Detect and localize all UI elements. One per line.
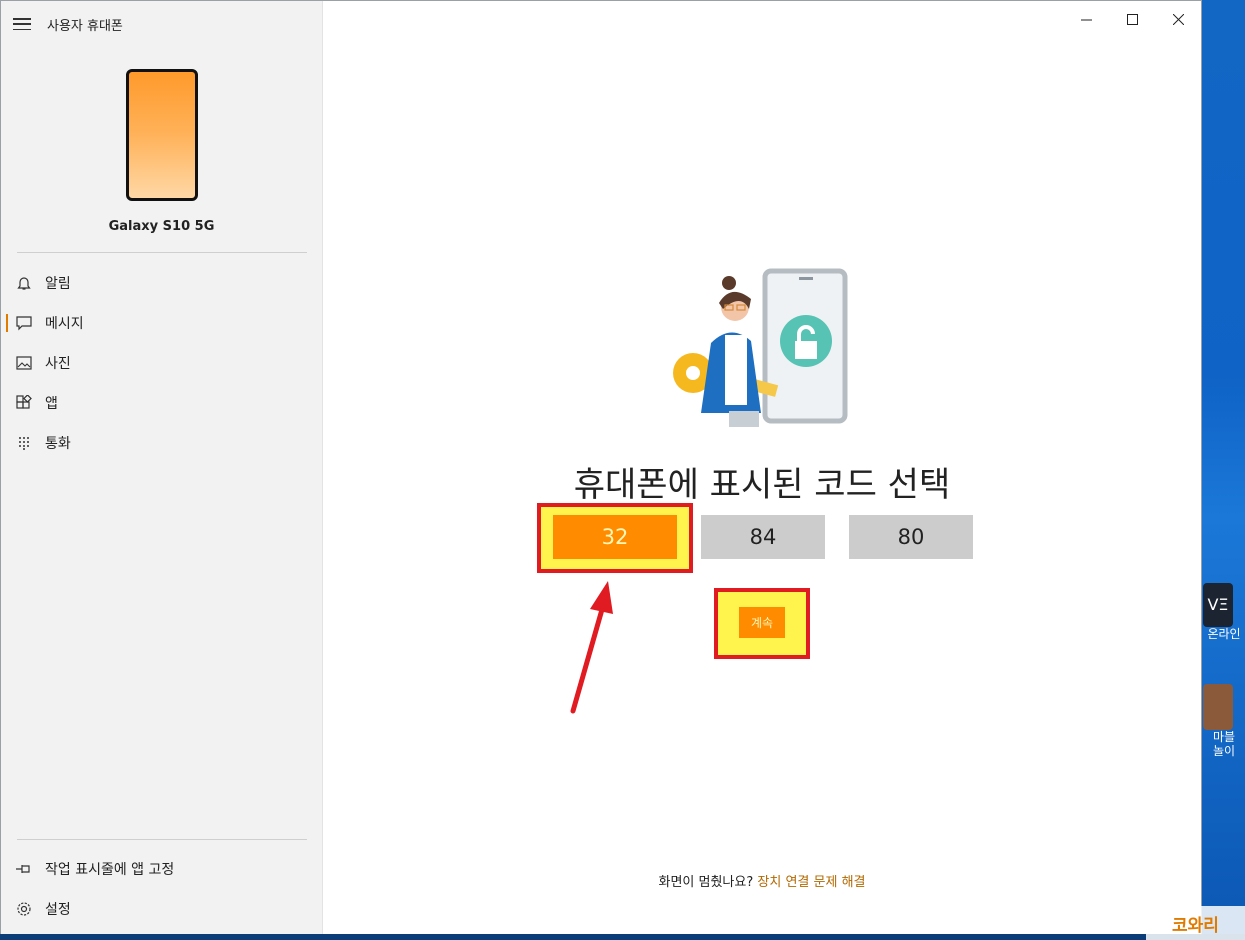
desktop-icon-marble[interactable]: 마블 놀이: [1203, 684, 1245, 758]
troubleshoot-link[interactable]: 장치 연결 문제 해결: [757, 875, 865, 890]
sidebar: 사용자 휴대폰 Galaxy S10 5G 알림 메시지 사진 앱 통화 작업 …: [1, 1, 323, 935]
continue-button[interactable]: 계속: [739, 607, 785, 638]
sidebar-item-label: 사진: [45, 356, 71, 372]
annotation-arrow-icon: [570, 581, 613, 714]
desktop-icon-label: 마블 놀이: [1212, 730, 1236, 758]
code-option-32[interactable]: 32: [553, 515, 677, 559]
divider: [17, 252, 307, 253]
sidebar-item-label: 통화: [45, 436, 71, 452]
dialpad-icon: [15, 434, 33, 452]
game-character-icon: [1203, 684, 1233, 730]
sidebar-item-label: 작업 표시줄에 앱 고정: [45, 862, 175, 878]
page-title: 휴대폰에 표시된 코드 선택: [573, 465, 951, 505]
app-title: 사용자 휴대폰: [47, 18, 123, 34]
photo-icon: [15, 354, 33, 372]
watermark: 코와리: [1146, 906, 1245, 940]
title-bar: 사용자 휴대폰: [13, 11, 123, 37]
bell-icon: [15, 274, 33, 292]
taskbar: [0, 934, 1245, 940]
divider: [17, 839, 307, 840]
sidebar-item-messages[interactable]: 메시지: [1, 303, 322, 343]
device-name: Galaxy S10 5G: [108, 219, 215, 234]
phone-image: [126, 69, 198, 201]
sidebar-item-photos[interactable]: 사진: [1, 343, 322, 383]
code-option-84[interactable]: 84: [701, 515, 825, 559]
desktop-icon-label: 온라인: [1207, 627, 1241, 641]
sidebar-nav: 알림 메시지 사진 앱 통화: [1, 263, 322, 463]
sidebar-item-calls[interactable]: 통화: [1, 423, 322, 463]
apps-icon: [15, 394, 33, 412]
pin-icon: [15, 860, 33, 878]
hamburger-menu-icon[interactable]: [13, 18, 31, 30]
sidebar-item-label: 메시지: [45, 316, 84, 332]
settings-button[interactable]: 설정: [1, 889, 322, 929]
pairing-illustration: [673, 268, 848, 427]
sidebar-item-label: 앱: [45, 396, 58, 412]
desktop-icon-online[interactable]: VΞ 온라인: [1203, 583, 1245, 641]
sidebar-item-apps[interactable]: 앱: [1, 383, 322, 423]
footer-question: 화면이 멈췄나요?: [658, 875, 754, 890]
sidebar-item-label: 설정: [45, 902, 71, 918]
sidebar-item-notifications[interactable]: 알림: [1, 263, 322, 303]
app-window: 사용자 휴대폰 Galaxy S10 5G 알림 메시지 사진 앱 통화 작업 …: [0, 0, 1202, 936]
gear-icon: [15, 900, 33, 918]
game-logo-icon: VΞ: [1203, 583, 1233, 627]
main-content: 휴대폰에 표시된 코드 선택 32 84 80 계속 화면이 멈췄나요? 장치 …: [323, 1, 1201, 935]
troubleshoot-footer: 화면이 멈췄나요? 장치 연결 문제 해결: [323, 871, 1201, 890]
pin-to-taskbar-button[interactable]: 작업 표시줄에 앱 고정: [1, 849, 322, 889]
message-icon: [15, 314, 33, 332]
sidebar-bottom-nav: 작업 표시줄에 앱 고정 설정: [1, 849, 322, 929]
code-option-80[interactable]: 80: [849, 515, 973, 559]
sidebar-item-label: 알림: [45, 276, 71, 292]
